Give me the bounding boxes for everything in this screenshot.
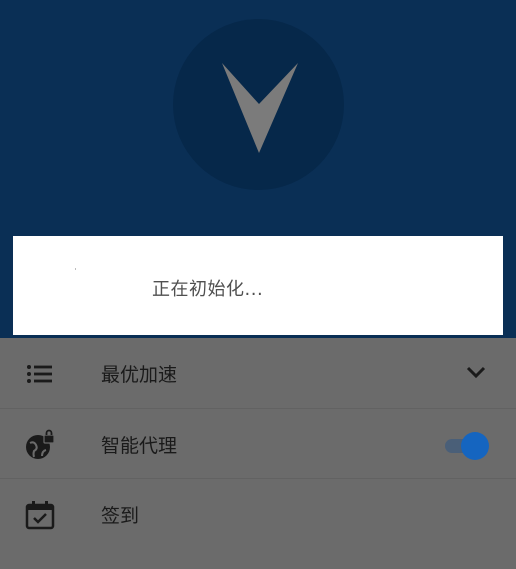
chevron-down-icon[interactable] xyxy=(465,364,487,380)
arrow-logo-icon xyxy=(222,63,298,153)
menu-item-label: 签到 xyxy=(101,505,140,527)
app-logo xyxy=(173,19,344,190)
loading-message: 正在初始化... xyxy=(152,279,264,300)
list-icon xyxy=(27,365,52,383)
smart-proxy-toggle[interactable] xyxy=(443,428,491,464)
loading-dialog: 正在初始化... xyxy=(13,236,503,335)
menu-list: 最优加速 智能代理 签到 xyxy=(0,338,516,569)
globe-lock-icon xyxy=(26,429,55,459)
loading-spinner-icon xyxy=(75,268,76,270)
menu-item-best-acceleration[interactable]: 最优加速 xyxy=(0,338,516,408)
menu-item-label: 智能代理 xyxy=(101,435,178,457)
calendar-check-icon xyxy=(25,501,55,530)
menu-item-check-in[interactable]: 签到 xyxy=(0,478,516,549)
menu-item-smart-proxy[interactable]: 智能代理 xyxy=(0,408,516,479)
menu-item-label: 最优加速 xyxy=(101,364,178,386)
